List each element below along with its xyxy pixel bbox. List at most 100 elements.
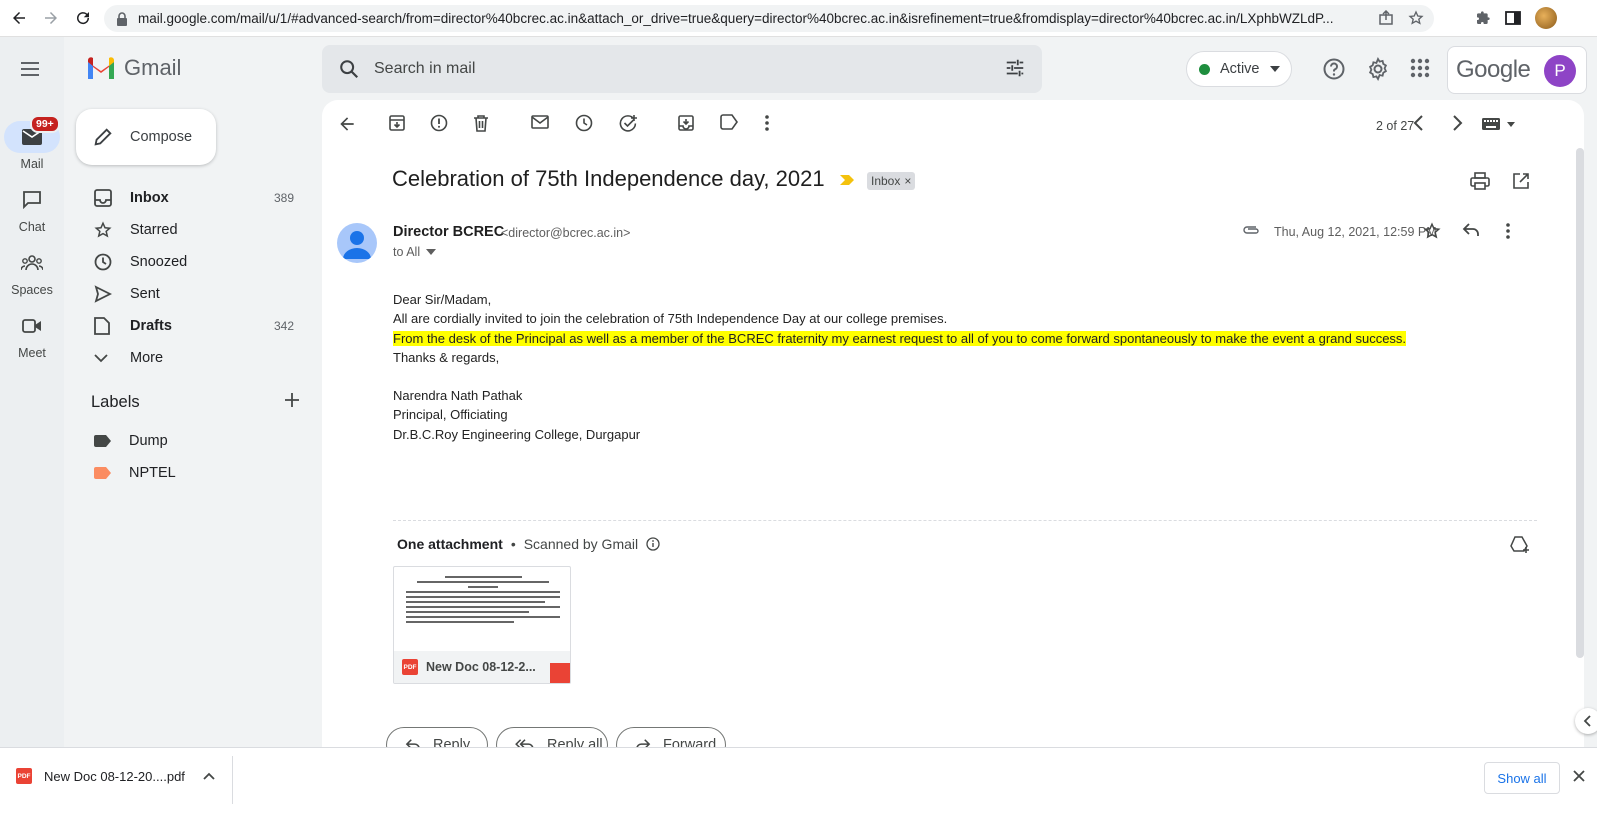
message-subject: Celebration of 75th Independence day, 20… (392, 166, 825, 191)
label-name: Dump (129, 433, 168, 449)
sender-avatar[interactable] (337, 223, 377, 263)
rail-item-chat[interactable]: Chat (0, 184, 64, 234)
status-label: Active (1220, 61, 1260, 77)
open-new-window-icon[interactable] (1512, 172, 1530, 190)
keyboard-icon[interactable] (1482, 118, 1516, 130)
pdf-file-icon: PDF (16, 768, 32, 784)
remove-label-icon[interactable]: × (904, 174, 911, 188)
apps-grid-icon[interactable] (1409, 57, 1431, 79)
avatar[interactable]: P (1544, 55, 1576, 87)
bookmark-star-icon[interactable] (1408, 10, 1424, 26)
spaces-icon (4, 247, 60, 279)
sidebar-item-sent[interactable]: Sent (76, 278, 316, 310)
attachment-card[interactable]: PDF New Doc 08-12-2... (393, 566, 571, 684)
sidebar-item-label: More (130, 350, 164, 366)
rail-item-spaces[interactable]: Spaces (0, 247, 64, 297)
recipients-line[interactable]: to All (393, 245, 437, 259)
side-panel-icon[interactable] (1505, 10, 1521, 26)
star-icon (94, 221, 114, 239)
close-icon[interactable] (1572, 769, 1586, 783)
sender-email: <director@bcrec.ac.in> (501, 226, 631, 240)
add-label-icon[interactable] (283, 391, 301, 409)
rail-label: Meet (18, 346, 46, 360)
star-icon[interactable] (1423, 222, 1441, 240)
print-icon[interactable] (1470, 172, 1490, 190)
show-all-button[interactable]: Show all (1484, 762, 1560, 794)
help-icon[interactable] (1322, 57, 1346, 81)
address-bar[interactable]: mail.google.com/mail/u/1/#advanced-searc… (104, 5, 1434, 32)
chevron-right-icon[interactable] (1452, 114, 1464, 132)
body-line: Thanks & regards, (393, 349, 500, 365)
sidebar-item-inbox[interactable]: Inbox 389 (76, 182, 316, 214)
account-switcher[interactable]: Google P (1447, 46, 1587, 94)
label-icon[interactable] (720, 114, 738, 130)
add-task-icon[interactable] (619, 114, 639, 132)
rail-label: Chat (18, 220, 46, 234)
search-bar (322, 45, 1042, 93)
info-icon[interactable] (646, 537, 660, 551)
download-shelf: PDF New Doc 08-12-20....pdf Show all (0, 747, 1597, 819)
app-name: Gmail (124, 55, 182, 80)
url-text: mail.google.com/mail/u/1/#advanced-searc… (138, 11, 1334, 26)
bullet-separator: • (510, 536, 516, 552)
sidebar-item-label: Snoozed (130, 254, 188, 270)
sidebar-label-nptel[interactable]: NPTEL (94, 465, 176, 481)
inbox-label-chip[interactable]: Inbox × (867, 172, 916, 190)
attachment-clip-icon (1242, 224, 1260, 236)
scrollbar[interactable] (1576, 148, 1584, 658)
download-separator (232, 756, 233, 804)
gmail-logo[interactable]: Gmail (86, 55, 181, 81)
sidebar-item-starred[interactable]: Starred (76, 214, 316, 246)
compose-label: Compose (130, 129, 193, 145)
settings-gear-icon[interactable] (1366, 57, 1390, 81)
message-date: Thu, Aug 12, 2021, 12:59 PM (1274, 225, 1437, 239)
sidebar-item-snoozed[interactable]: Snoozed (76, 246, 316, 278)
send-icon (94, 285, 114, 303)
forward-icon[interactable] (38, 5, 64, 31)
download-filename: New Doc 08-12-20....pdf (44, 768, 185, 784)
chevron-up-icon[interactable] (203, 772, 215, 780)
back-icon[interactable] (6, 5, 32, 31)
pencil-icon (94, 128, 112, 146)
rail-item-mail[interactable]: 99+ Mail (0, 115, 64, 171)
gmail-m-icon (88, 57, 114, 79)
sidebar-item-label: Drafts (130, 318, 172, 334)
main-menu-icon[interactable] (18, 57, 42, 81)
importance-marker-icon[interactable] (840, 175, 854, 185)
reply-icon[interactable] (1462, 222, 1480, 238)
reload-icon[interactable] (70, 5, 96, 31)
extensions-icon[interactable] (1475, 10, 1491, 26)
sidebar-item-more[interactable]: More (76, 342, 316, 374)
report-spam-icon[interactable] (430, 114, 448, 132)
compose-button[interactable]: Compose (76, 109, 216, 165)
search-input[interactable] (374, 60, 954, 78)
google-wordmark: Google (1456, 56, 1531, 83)
browser-profile-avatar[interactable] (1535, 7, 1557, 29)
label-name: NPTEL (129, 465, 176, 481)
chevron-left-icon[interactable] (1412, 114, 1424, 132)
more-vert-icon[interactable] (764, 114, 770, 132)
chevron-down-icon (94, 353, 114, 363)
mark-unread-icon[interactable] (531, 114, 549, 130)
show-side-panel-icon[interactable] (1575, 708, 1597, 734)
attachment-count: One attachment (397, 536, 503, 552)
back-arrow-icon[interactable] (337, 114, 357, 134)
search-icon[interactable] (338, 58, 360, 80)
sidebar-item-count: 342 (273, 319, 294, 333)
delete-trash-icon[interactable] (473, 114, 489, 132)
signature-line: Principal, Officiating (393, 407, 508, 423)
download-item[interactable]: PDF New Doc 08-12-20....pdf (16, 768, 215, 784)
sender-name[interactable]: Director BCREC (393, 224, 504, 240)
move-to-icon[interactable] (677, 114, 695, 132)
sidebar-item-drafts[interactable]: Drafts 342 (76, 310, 316, 342)
browser-toolbar: mail.google.com/mail/u/1/#advanced-searc… (0, 0, 1597, 37)
add-to-drive-icon[interactable] (1510, 536, 1530, 554)
share-icon[interactable] (1378, 10, 1394, 26)
archive-icon[interactable] (388, 114, 406, 132)
snooze-clock-icon[interactable] (575, 114, 593, 132)
message-more-icon[interactable] (1505, 222, 1511, 240)
sidebar-label-dump[interactable]: Dump (94, 433, 168, 449)
rail-item-meet[interactable]: Meet (0, 310, 64, 360)
status-selector[interactable]: Active (1186, 51, 1292, 87)
search-options-icon[interactable] (1004, 57, 1026, 79)
